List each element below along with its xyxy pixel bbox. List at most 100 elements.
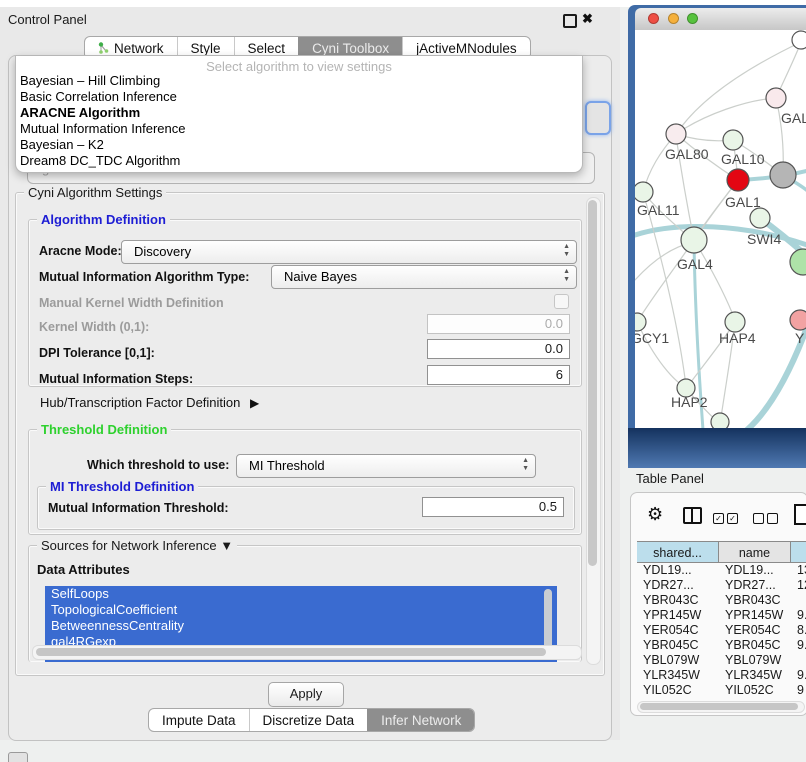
dock-corner-icon[interactable] <box>8 752 28 762</box>
table-cell: YBL079W <box>637 653 719 668</box>
table-horizontal-scrollbar-thumb[interactable] <box>640 703 798 710</box>
kernel-width-input[interactable]: 0.0 <box>427 314 570 334</box>
table-row[interactable]: YDR27...YDR27...12 <box>637 578 806 593</box>
mi-threshold-label: Mutual Information Threshold: <box>48 501 229 515</box>
gear-icon[interactable]: ⚙ <box>647 504 663 525</box>
table-cell: 9. <box>791 668 806 683</box>
file-icon[interactable] <box>794 504 806 525</box>
mi-threshold-input[interactable]: 0.5 <box>422 497 564 517</box>
expanded-arrow-icon[interactable]: ▼ <box>220 538 233 553</box>
data-attributes-label: Data Attributes <box>37 562 130 577</box>
table-row[interactable]: YLR345WYLR345W9. <box>637 668 806 683</box>
mi-steps-input[interactable]: 6 <box>427 365 570 385</box>
table-panel: ⚙ ✓ ✓ shared...nameAYDL19...YDL19...13YD… <box>630 492 806 716</box>
algorithm-option[interactable]: Basic Correlation Inference <box>16 89 582 105</box>
zoom-traffic-light[interactable] <box>687 13 698 24</box>
network-node-gal4[interactable] <box>681 227 707 253</box>
table-horizontal-scrollbar[interactable] <box>637 701 805 713</box>
table-cell: 12 <box>791 578 806 593</box>
unchecked-checkbox-icon[interactable] <box>767 513 778 524</box>
settings-vertical-scrollbar[interactable] <box>586 197 601 665</box>
settings-horizontal-scrollbar[interactable] <box>32 645 582 660</box>
network-node-y[interactable] <box>790 310 806 330</box>
aracne-mode-combo[interactable]: Discovery ▲▼ <box>121 240 577 264</box>
tab-discretize-data[interactable]: Discretize Data <box>249 709 368 731</box>
network-node-gal11[interactable] <box>635 182 653 202</box>
column-header[interactable]: A <box>791 541 806 563</box>
settings-group-title: Cyni Algorithm Settings <box>24 185 166 200</box>
stepper-icon: ▲▼ <box>522 457 529 473</box>
manual-kernel-checkbox[interactable] <box>554 294 569 309</box>
network-node-gcy1[interactable] <box>635 313 646 331</box>
which-threshold-value: MI Threshold <box>249 458 325 473</box>
algorithm-option[interactable]: Bayesian – Hill Climbing <box>16 73 582 89</box>
table-cell: YBR045C <box>719 638 791 653</box>
network-node-gal[interactable] <box>766 88 786 108</box>
network-node-gal1[interactable] <box>727 169 749 191</box>
network-node-swi4[interactable] <box>750 208 770 228</box>
network-node[interactable] <box>711 413 729 428</box>
settings-vertical-scrollbar-thumb[interactable] <box>588 200 597 566</box>
table-row[interactable]: YBL079WYBL079W <box>637 653 806 668</box>
minimize-traffic-light[interactable] <box>668 13 679 24</box>
network-node[interactable] <box>790 249 806 275</box>
mi-steps-label: Mutual Information Steps: <box>39 372 193 386</box>
column-header[interactable]: shared... <box>637 541 719 563</box>
node-label: Y <box>795 330 804 346</box>
table-cell: YIL052C <box>637 683 719 698</box>
float-window-icon[interactable] <box>563 14 577 28</box>
attribute-item[interactable]: SelfLoops <box>45 586 557 602</box>
apply-button[interactable]: Apply <box>268 682 344 707</box>
network-node[interactable] <box>792 31 806 49</box>
algorithm-option[interactable]: Bayesian – K2 <box>16 137 582 153</box>
table-row[interactable]: YER054CYER054C8. <box>637 623 806 638</box>
mi-type-value: Naive Bayes <box>284 269 357 284</box>
hub-definition-expander[interactable]: Hub/Transcription Factor Definition ▶ <box>40 395 259 410</box>
table-cell: 13 <box>791 563 806 578</box>
table-row[interactable]: YPR145WYPR145W9. <box>637 608 806 623</box>
table-row[interactable]: YBR045CYBR045C9. <box>637 638 806 653</box>
unchecked-checkbox-icon[interactable] <box>753 513 764 524</box>
tab-label: Select <box>248 41 286 56</box>
focused-combo-fragment[interactable] <box>585 101 611 135</box>
network-canvas[interactable]: GALGAL80GAL10GAL1GAL11SWI4GAL4GCY1HAP4YH… <box>635 30 806 428</box>
network-window-titlebar[interactable] <box>635 8 806 31</box>
dpi-tolerance-input[interactable]: 0.0 <box>427 339 570 359</box>
tab-infer-network[interactable]: Infer Network <box>367 709 474 731</box>
node-attribute-table[interactable]: shared...nameAYDL19...YDL19...13YDR27...… <box>637 541 806 699</box>
table-cell: 9 <box>791 683 806 698</box>
attribute-item[interactable]: BetweennessCentrality <box>45 618 557 634</box>
node-label: GAL <box>781 110 806 126</box>
algorithm-option[interactable]: Mutual Information Inference <box>16 121 582 137</box>
table-row[interactable]: YDL19...YDL19...13 <box>637 563 806 578</box>
attribute-item[interactable]: TopologicalCoefficient <box>45 602 557 618</box>
checked-checkbox-icon[interactable]: ✓ <box>727 513 738 524</box>
tab-label: jActiveMNodules <box>416 41 517 56</box>
threshold-definition-group: Threshold Definition Which threshold to … <box>28 429 582 535</box>
algorithm-option[interactable]: ARACNE Algorithm <box>16 105 582 121</box>
network-node-gal10[interactable] <box>723 130 743 150</box>
network-node-gal80[interactable] <box>666 124 686 144</box>
network-icon <box>98 42 109 54</box>
columns-icon[interactable] <box>683 507 702 524</box>
tab-impute-data[interactable]: Impute Data <box>149 709 249 731</box>
table-row[interactable]: YIL052CYIL052C9 <box>637 683 806 698</box>
table-row[interactable]: YBR043CYBR043C <box>637 593 806 608</box>
checked-checkbox-icon[interactable]: ✓ <box>713 513 724 524</box>
mi-type-combo[interactable]: Naive Bayes ▲▼ <box>271 265 577 289</box>
table-cell: YLR345W <box>637 668 719 683</box>
network-node[interactable] <box>770 162 796 188</box>
network-graph <box>635 30 806 428</box>
which-threshold-label: Which threshold to use: <box>87 458 229 472</box>
settings-horizontal-scrollbar-thumb[interactable] <box>36 648 546 656</box>
network-node-hap4[interactable] <box>725 312 745 332</box>
close-traffic-light[interactable] <box>648 13 659 24</box>
node-label: GAL1 <box>725 194 761 210</box>
kernel-width-label: Kernel Width (0,1): <box>39 320 149 334</box>
close-icon[interactable]: ✖ <box>582 11 593 27</box>
collapsed-arrow-icon: ▶ <box>250 396 259 410</box>
column-header[interactable]: name <box>719 541 791 563</box>
stepper-icon: ▲▼ <box>563 243 570 259</box>
algorithm-option[interactable]: Dream8 DC_TDC Algorithm <box>16 153 582 169</box>
which-threshold-combo[interactable]: MI Threshold ▲▼ <box>236 454 536 478</box>
